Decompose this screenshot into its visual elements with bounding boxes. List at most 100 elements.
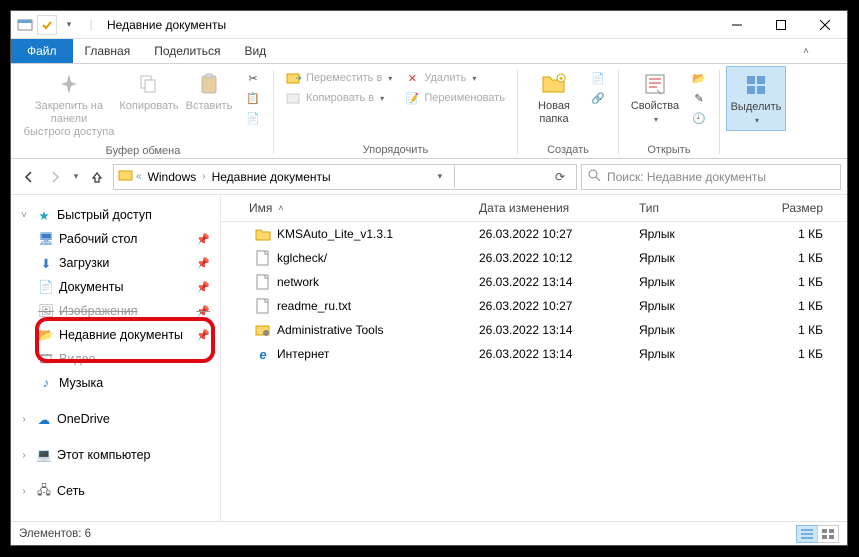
- delete-button[interactable]: ✕Удалить▾: [398, 68, 511, 88]
- sidebar: ˅ ★ Быстрый доступ 🖥Рабочий стол📌 ⬇Загру…: [11, 195, 221, 521]
- copypath-button[interactable]: 📋: [239, 88, 267, 108]
- dropdown-icon[interactable]: ▾: [59, 15, 79, 35]
- paste-button[interactable]: Вставить: [179, 66, 239, 117]
- details-view-button[interactable]: [796, 525, 818, 543]
- expand-icon[interactable]: ›: [17, 414, 31, 425]
- up-button[interactable]: [85, 165, 109, 189]
- downloads-icon: ⬇: [37, 254, 55, 272]
- titlebar: ▾ | Недавние документы: [11, 11, 847, 39]
- group-open-label: Открыть: [625, 143, 713, 158]
- sidebar-item-images[interactable]: 🖼Изображения📌: [11, 299, 220, 323]
- music-icon: ♪: [37, 374, 55, 392]
- sidebar-item-onedrive[interactable]: ›☁OneDrive: [11, 407, 220, 431]
- col-type[interactable]: Тип: [631, 195, 731, 221]
- easy-access-button[interactable]: 🔗: [584, 88, 612, 108]
- tab-share[interactable]: Поделиться: [142, 39, 232, 63]
- open-button[interactable]: 📂: [685, 68, 713, 88]
- file-name: Интернет: [277, 347, 329, 361]
- new-item-button[interactable]: 📄: [584, 68, 612, 88]
- minimize-button[interactable]: [715, 11, 759, 39]
- file-row[interactable]: kglcheck/26.03.2022 10:12Ярлык1 КБ: [221, 246, 847, 270]
- properties-icon: [641, 70, 669, 98]
- file-row[interactable]: eИнтернет26.03.2022 13:14Ярлык1 КБ: [221, 342, 847, 366]
- new-folder-button[interactable]: ✦ Новая папка: [524, 66, 584, 130]
- file-name: KMSAuto_Lite_v1.3.1: [277, 227, 393, 241]
- ribbon: Закрепить на панели быстрого доступа Коп…: [11, 64, 847, 159]
- menu-tabs: Файл Главная Поделиться Вид ˄ ?: [11, 39, 847, 64]
- sidebar-item-documents[interactable]: 📄Документы📌: [11, 275, 220, 299]
- refresh-button[interactable]: ⟳: [548, 170, 572, 184]
- col-date[interactable]: Дата изменения: [471, 195, 631, 221]
- help-button[interactable]: ?: [817, 39, 841, 63]
- back-button[interactable]: [17, 165, 41, 189]
- rename-icon: 📝: [404, 90, 420, 106]
- breadcrumb-current[interactable]: Недавние документы: [208, 170, 335, 184]
- history-button[interactable]: 🕘: [685, 108, 713, 128]
- close-button[interactable]: [803, 11, 847, 39]
- recent-dropdown[interactable]: ▾: [69, 165, 83, 189]
- breadcrumb-root[interactable]: Windows: [144, 170, 201, 184]
- maximize-button[interactable]: [759, 11, 803, 39]
- select-button[interactable]: Выделить▾: [726, 66, 786, 131]
- moveto-button[interactable]: Переместить в▾: [280, 68, 398, 88]
- explorer-window: ▾ | Недавние документы Файл Главная Поде…: [10, 10, 848, 546]
- copyto-button[interactable]: Копировать в▾: [280, 88, 398, 108]
- sidebar-item-network[interactable]: ›🖧Сеть: [11, 479, 220, 503]
- properties-button[interactable]: Свойства▾: [625, 66, 685, 129]
- rename-button[interactable]: 📝Переименовать: [398, 88, 511, 108]
- search-input[interactable]: Поиск: Недавние документы: [581, 164, 841, 190]
- edit-button[interactable]: ✎: [685, 88, 713, 108]
- file-date: 26.03.2022 13:14: [471, 320, 631, 340]
- select-label: Выделить: [731, 101, 782, 114]
- file-icon: [255, 274, 271, 290]
- sidebar-item-music[interactable]: ♪Музыка: [11, 371, 220, 395]
- shortcut-icon: 📄: [245, 110, 261, 126]
- file-icon: [255, 298, 271, 314]
- pin-icon: 📌: [196, 233, 210, 246]
- clipboard-extra: ✂ 📋 📄: [239, 66, 267, 128]
- content: ˅ ★ Быстрый доступ 🖥Рабочий стол📌 ⬇Загру…: [11, 195, 847, 521]
- pin-button[interactable]: Закрепить на панели быстрого доступа: [19, 66, 119, 144]
- copy-button[interactable]: Копировать: [119, 66, 179, 117]
- file-icon: e: [255, 346, 271, 362]
- group-select-label: [726, 155, 786, 158]
- tab-home[interactable]: Главная: [73, 39, 143, 63]
- sidebar-item-recent[interactable]: 📂Недавние документы📌: [11, 323, 220, 347]
- icons-view-button[interactable]: [817, 525, 839, 543]
- tab-view[interactable]: Вид: [232, 39, 278, 63]
- forward-button[interactable]: [43, 165, 67, 189]
- quick-access-icon[interactable]: [37, 15, 57, 35]
- copy-icon: [135, 70, 163, 98]
- group-new-label: Создать: [524, 143, 612, 158]
- ribbon-toggle[interactable]: ˄: [795, 39, 817, 63]
- expand-icon[interactable]: ›: [17, 486, 31, 497]
- expand-icon[interactable]: ›: [17, 450, 31, 461]
- file-row[interactable]: readme_ru.txt26.03.2022 10:27Ярлык1 КБ: [221, 294, 847, 318]
- pin-icon: 📌: [196, 281, 210, 294]
- file-date: 26.03.2022 10:27: [471, 224, 631, 244]
- sidebar-item-quick-access[interactable]: ˅ ★ Быстрый доступ: [11, 203, 220, 227]
- addr-dropdown[interactable]: ▾: [428, 171, 452, 182]
- sidebar-item-thispc[interactable]: ›💻Этот компьютер: [11, 443, 220, 467]
- search-placeholder: Поиск: Недавние документы: [607, 170, 766, 184]
- file-row[interactable]: network26.03.2022 13:14Ярлык1 КБ: [221, 270, 847, 294]
- file-row[interactable]: KMSAuto_Lite_v1.3.126.03.2022 10:27Ярлык…: [221, 222, 847, 246]
- col-name[interactable]: Имя˄: [221, 195, 471, 221]
- paste-label: Вставить: [186, 100, 233, 113]
- col-size[interactable]: Размер: [731, 195, 847, 221]
- sidebar-item-video[interactable]: 🎞Видео: [11, 347, 220, 371]
- expand-icon[interactable]: ˅: [17, 210, 31, 221]
- address-bar[interactable]: « Windows › Недавние документы ▾ ⟳: [113, 164, 577, 190]
- moveto-icon: [286, 70, 302, 86]
- paste-shortcut-button[interactable]: 📄: [239, 108, 267, 128]
- tab-file[interactable]: Файл: [11, 39, 73, 63]
- open-extra: 📂 ✎ 🕘: [685, 66, 713, 128]
- documents-icon: 📄: [37, 278, 55, 296]
- chevron-icon[interactable]: «: [136, 171, 142, 182]
- onedrive-icon: ☁: [35, 410, 53, 428]
- file-row[interactable]: Administrative Tools26.03.2022 13:14Ярлы…: [221, 318, 847, 342]
- sidebar-item-desktop[interactable]: 🖥Рабочий стол📌: [11, 227, 220, 251]
- cut-button[interactable]: ✂: [239, 68, 267, 88]
- file-date: 26.03.2022 13:14: [471, 272, 631, 292]
- sidebar-item-downloads[interactable]: ⬇Загрузки📌: [11, 251, 220, 275]
